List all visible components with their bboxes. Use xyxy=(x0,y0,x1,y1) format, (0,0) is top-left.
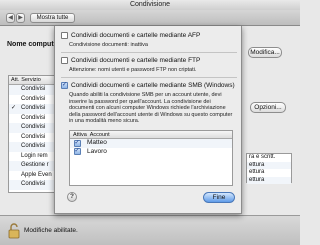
services-header-on: Att. xyxy=(11,77,20,83)
file-sharing-options-sheet: Condividi documenti e cartelle mediante … xyxy=(54,26,242,214)
service-name: Condivisi xyxy=(21,95,46,102)
services-header: Att. Servizio xyxy=(9,76,57,85)
service-row[interactable]: Condivisi xyxy=(9,142,57,152)
modify-button[interactable]: Modifica... xyxy=(248,47,282,58)
ftp-checkbox[interactable] xyxy=(61,57,68,64)
forward-button[interactable]: ▶ xyxy=(16,13,25,23)
permission-row[interactable]: ettura xyxy=(247,176,291,184)
afp-label: Condividi documenti e cartelle mediante … xyxy=(71,32,201,39)
service-checkbox[interactable] xyxy=(9,114,18,124)
separator xyxy=(61,77,237,78)
account-checkbox[interactable]: ✓ xyxy=(73,148,81,156)
account-row[interactable]: ✓ Matteo xyxy=(70,139,232,148)
smb-label: Condividi documenti e cartelle mediante … xyxy=(71,82,235,89)
smb-option[interactable]: ✓ Condividi documenti e cartelle mediant… xyxy=(61,82,235,89)
accounts-header: Attiva Account xyxy=(70,131,232,139)
service-row[interactable]: Condivisi xyxy=(9,123,57,133)
ftp-option[interactable]: Condividi documenti e cartelle mediante … xyxy=(61,57,200,64)
bottom-bar: Modifiche abilitate. xyxy=(0,215,300,245)
service-checkbox[interactable] xyxy=(9,152,18,162)
afp-option[interactable]: Condividi documenti e cartelle mediante … xyxy=(61,32,200,39)
smb-accounts-list: Attiva Account ✓ Matteo ✓ Lavoro xyxy=(69,130,233,186)
service-row[interactable]: Condivisi xyxy=(9,95,57,105)
service-name: Condivisi xyxy=(21,124,46,130)
service-name: Condivisi xyxy=(21,86,46,92)
services-list: Att. Servizio Condivisi Condivisi ✓ Condivi… xyxy=(8,75,58,193)
smb-checkbox[interactable]: ✓ xyxy=(61,82,68,89)
service-checkbox[interactable] xyxy=(9,171,18,181)
lock-open-icon[interactable] xyxy=(8,223,20,239)
permission-row[interactable]: ra e scritt. xyxy=(247,154,291,162)
options-button[interactable]: Opzioni... xyxy=(250,102,286,113)
service-checkbox[interactable] xyxy=(9,133,18,143)
service-row[interactable]: Condivisi xyxy=(9,180,57,190)
permission-row[interactable]: ettura xyxy=(247,169,291,177)
separator xyxy=(61,52,237,53)
afp-checkbox[interactable] xyxy=(61,32,68,39)
account-checkbox[interactable]: ✓ xyxy=(73,139,81,147)
service-checkbox[interactable] xyxy=(9,95,18,105)
service-row[interactable]: Condivisi xyxy=(9,133,57,143)
permission-row[interactable]: ettura xyxy=(247,161,291,169)
service-row[interactable]: Gestione r xyxy=(9,161,57,171)
service-name: Apple Even xyxy=(21,171,52,178)
account-row[interactable]: ✓ Lavoro xyxy=(70,148,232,157)
account-name: Lavoro xyxy=(87,147,107,155)
accounts-header-active: Attiva xyxy=(73,132,87,138)
service-name: Login rem xyxy=(21,152,48,159)
window-title: Condivisione xyxy=(0,0,300,10)
service-row[interactable]: Apple Even xyxy=(9,171,57,181)
ftp-status: Attenzione: nomi utenti e password FTP n… xyxy=(69,67,197,73)
lock-status-text: Modifiche abilitate. xyxy=(24,227,78,234)
service-name: Condivisi xyxy=(21,133,46,140)
service-row[interactable]: Login rem xyxy=(9,152,57,162)
service-row[interactable]: Condivisi xyxy=(9,85,57,95)
show-all-button[interactable]: Mostra tutte xyxy=(30,13,75,23)
account-name: Matteo xyxy=(87,139,107,146)
service-name: Condivisi xyxy=(21,143,46,149)
smb-description: Quando abiliti la condivisione SMB per u… xyxy=(69,92,233,125)
accounts-header-account: Account xyxy=(89,132,110,138)
done-button[interactable]: Fine xyxy=(203,192,235,203)
service-row[interactable]: ✓ Condivisi xyxy=(9,104,57,114)
service-checkbox[interactable] xyxy=(9,180,18,190)
help-button[interactable]: ? xyxy=(67,192,77,202)
service-row[interactable]: Condivisi xyxy=(9,114,57,124)
permissions-list: ra e scritt. ettura ettura ettura xyxy=(246,153,292,184)
service-name: Gestione r xyxy=(21,162,49,168)
service-name: Condivisi xyxy=(21,181,46,187)
service-checkbox[interactable] xyxy=(9,142,18,152)
services-header-service: Servizio xyxy=(21,77,41,83)
service-checkbox[interactable] xyxy=(9,85,18,95)
service-checkbox-checked[interactable]: ✓ xyxy=(9,104,18,114)
ftp-label: Condividi documenti e cartelle mediante … xyxy=(71,57,201,64)
back-button[interactable]: ◀ xyxy=(6,13,15,23)
afp-status: Condivisione documenti: inattiva xyxy=(69,42,148,48)
service-name: Condivisi xyxy=(21,105,46,111)
service-checkbox[interactable] xyxy=(9,123,18,133)
toolbar: ◀ ▶ Mostra tutte xyxy=(0,10,300,26)
service-checkbox[interactable] xyxy=(9,161,18,171)
service-name: Condivisi xyxy=(21,114,46,121)
